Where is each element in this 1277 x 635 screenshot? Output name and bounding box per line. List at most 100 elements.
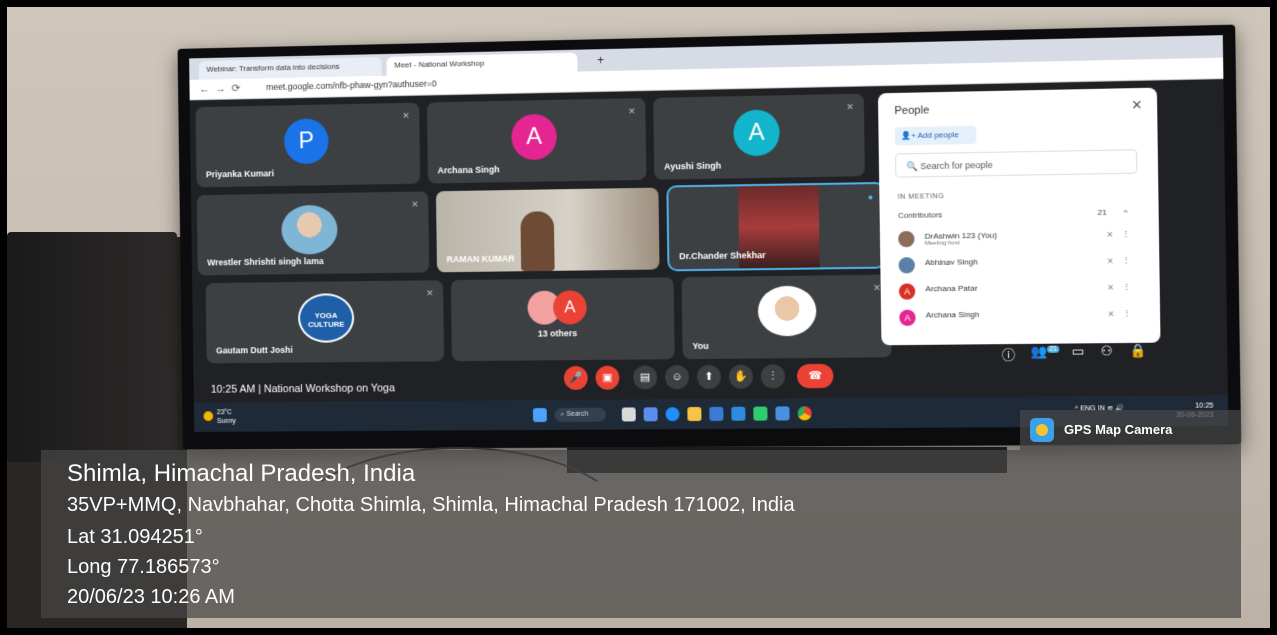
contributors-group[interactable]: Contributors 21 ^ (898, 204, 1136, 224)
participant-name: Ayushi Singh (664, 160, 722, 172)
longitude: Long 77.186573° (67, 556, 220, 578)
tv-screen: Webinar: Transform data into decisions M… (189, 35, 1229, 432)
member-role: Meeting host (924, 240, 960, 247)
member-name: Archana Patar (925, 283, 978, 294)
member-name: Abhinav Singh (924, 257, 978, 268)
member-name: Archana Singh (925, 309, 980, 320)
people-list-item[interactable]: Abhinav Singh ✕ ⋮ (898, 251, 1136, 278)
participant-name: Archana Singh (437, 164, 500, 176)
add-people-button[interactable]: 👤+ Add people (894, 125, 977, 146)
taskbar-search-label: Search (566, 410, 589, 418)
section-label: IN MEETING (897, 193, 945, 201)
meeting-info: 10:25 AM | National Workshop on Yoga (210, 382, 395, 396)
speaker (7, 232, 177, 462)
member-name: DrAshwin 123 (You) (924, 230, 998, 241)
logo-text: YOGA CULTURE (307, 311, 345, 330)
chevron-up-icon[interactable]: ^ (1124, 204, 1128, 220)
people-icon[interactable]: 👥 21 (1030, 344, 1060, 361)
participant-name: Gautam Dutt Joshi (215, 344, 293, 356)
gps-map-camera-icon (1030, 418, 1054, 442)
nav-arrows-icon[interactable]: ←→⟳ (199, 82, 246, 96)
person-video (520, 211, 555, 272)
captions-button[interactable]: ▤ (633, 365, 658, 390)
end-call-button[interactable]: ☎ (796, 363, 834, 389)
people-list-item[interactable]: A Archana Patar ✕ ⋮ (898, 278, 1137, 305)
avatar (898, 230, 915, 248)
datetime: 20/06/23 10:26 AM (67, 586, 235, 608)
people-list-item[interactable]: DrAshwin 123 (You) Meeting host ✕ ⋮ (898, 225, 1136, 253)
more-options-icon[interactable]: ⋮ (1122, 255, 1130, 264)
location-stamp: Shimla, Himachal Pradesh, India 35VP+MMQ… (41, 450, 1241, 618)
search-people-input[interactable]: 🔍 Search for people (895, 149, 1138, 178)
host-controls-icon[interactable]: 🔒 (1129, 343, 1146, 359)
latitude: Lat 31.094251° (67, 526, 203, 548)
mic-off-icon: ✕ (872, 282, 881, 293)
self-photo (757, 285, 817, 337)
camera-toggle-button[interactable]: ▣ (595, 365, 620, 390)
more-options-icon[interactable]: ⋮ (1122, 282, 1130, 291)
weather-widget[interactable]: 23°C Sunny (203, 408, 237, 426)
temperature: 23°C (216, 409, 232, 417)
avatar: A (899, 309, 916, 326)
participant-badge: 21 (1047, 345, 1060, 353)
app-icon[interactable] (753, 406, 768, 421)
gps-app-badge: GPS Map Camera (1020, 410, 1241, 450)
people-panel-title: People (894, 104, 930, 118)
store-icon[interactable] (709, 406, 724, 421)
close-icon[interactable]: ✕ (1131, 97, 1143, 114)
people-list-item[interactable]: A Archana Singh ✕ ⋮ (899, 304, 1137, 331)
mic-off-icon: ✕ (1106, 230, 1114, 240)
weather-condition: Sunny (216, 417, 237, 425)
mic-off-icon: ✕ (1107, 309, 1115, 319)
self-tile[interactable]: ✕ You (681, 274, 892, 360)
people-panel: People ✕ 👤+ Add people 🔍 Search for peop… (877, 87, 1161, 346)
mail-icon[interactable] (731, 406, 746, 421)
add-person-icon: 👤+ (900, 130, 918, 141)
participant-tile[interactable]: A ✕ Ayushi Singh (653, 93, 865, 180)
file-explorer-icon[interactable] (687, 406, 702, 422)
participant-name: Wrestler Shrishti singh lama (207, 256, 324, 268)
others-count: 13 others (537, 328, 578, 339)
mic-off-icon: ✕ (425, 288, 434, 299)
participant-tile[interactable]: ✕ Wrestler Shrishti singh lama (196, 191, 430, 276)
add-people-label: Add people (917, 130, 959, 140)
participant-tile[interactable]: A ✕ Archana Singh (426, 98, 647, 184)
profile-photo (281, 204, 338, 255)
mic-off-icon: ✕ (627, 106, 636, 117)
activities-icon[interactable]: ⚇ (1100, 343, 1112, 359)
more-options-icon[interactable]: ⋮ (1123, 308, 1131, 317)
participant-name: Dr.Chander Shekhar (679, 250, 766, 262)
sun-icon (203, 411, 214, 422)
chat-app-icon[interactable] (643, 407, 658, 422)
mic-toggle-button[interactable]: 🎤 (563, 365, 588, 391)
info-icon[interactable]: ⓘ (1002, 344, 1016, 363)
address: 35VP+MMQ, Navbhahar, Chotta Shimla, Shim… (67, 494, 795, 516)
start-icon[interactable] (532, 408, 547, 423)
participant-video-tile-speaking[interactable]: ● Dr.Chander Shekhar (666, 181, 887, 272)
new-tab-icon[interactable]: + (597, 53, 604, 67)
present-button[interactable]: ⬆ (696, 364, 722, 390)
task-view-icon[interactable] (621, 407, 636, 422)
group-label: Contributors (897, 210, 943, 221)
participant-name: You (692, 340, 709, 352)
participant-name: RAMAN KUMAR (446, 253, 515, 265)
avatar (898, 257, 915, 274)
avatar: A (898, 283, 916, 300)
more-options-icon[interactable]: ⋮ (1122, 229, 1130, 238)
mic-off-icon: ✕ (846, 101, 854, 113)
edge-icon[interactable] (665, 407, 680, 422)
yoga-culture-logo: YOGA CULTURE (297, 293, 355, 343)
taskbar-search[interactable]: ⌕ Search (554, 407, 607, 422)
chrome-icon[interactable] (797, 406, 812, 421)
others-tile[interactable]: A 13 others (450, 277, 675, 362)
more-options-button[interactable]: ⋮ (760, 364, 786, 389)
participant-tile[interactable]: YOGA CULTURE ✕ Gautam Dutt Joshi (205, 280, 445, 364)
emoji-button[interactable]: ☺ (664, 365, 690, 390)
participant-video-tile[interactable]: RAMAN KUMAR (435, 187, 660, 273)
participant-tile[interactable]: P ✕ Priyanka Kumari (195, 102, 421, 188)
chat-icon[interactable]: ▭ (1072, 343, 1085, 359)
photos-icon[interactable] (775, 406, 790, 421)
raise-hand-button[interactable]: ✋ (728, 364, 754, 389)
mic-off-icon: ✕ (402, 110, 410, 121)
group-count: 21 (1097, 207, 1107, 218)
